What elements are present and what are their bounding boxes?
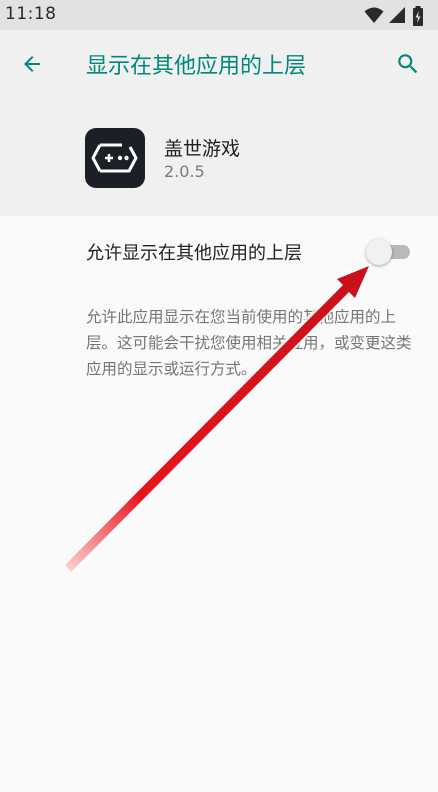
search-icon [398,54,418,74]
app-icon [85,128,145,188]
app-header: 显示在其他应用的上层 盖世游戏 2.0.5 [0,30,438,216]
status-bar: 11:18 [0,0,438,30]
switch-thumb [366,239,392,265]
battery-icon [413,6,423,26]
wifi-icon [364,7,384,23]
app-name: 盖世游戏 [164,138,241,160]
setting-label: 允许显示在其他应用的上层 [86,243,302,264]
gamepad-icon [91,143,138,173]
status-time: 11:18 [5,4,57,24]
back-arrow-icon [24,56,40,72]
signal-icon [389,7,405,23]
overlay-permission-row[interactable]: 允许显示在其他应用的上层 [0,216,438,286]
overlay-permission-switch[interactable] [366,238,412,266]
setting-description: 允许此应用显示在您当前使用的其他应用的上层。这可能会干扰您使用相关应用，或变更这… [86,308,412,378]
back-button[interactable] [10,42,54,86]
app-version: 2.0.5 [164,162,205,181]
page-title: 显示在其他应用的上层 [86,54,307,79]
toolbar: 显示在其他应用的上层 [0,30,438,98]
search-button[interactable] [386,42,430,86]
